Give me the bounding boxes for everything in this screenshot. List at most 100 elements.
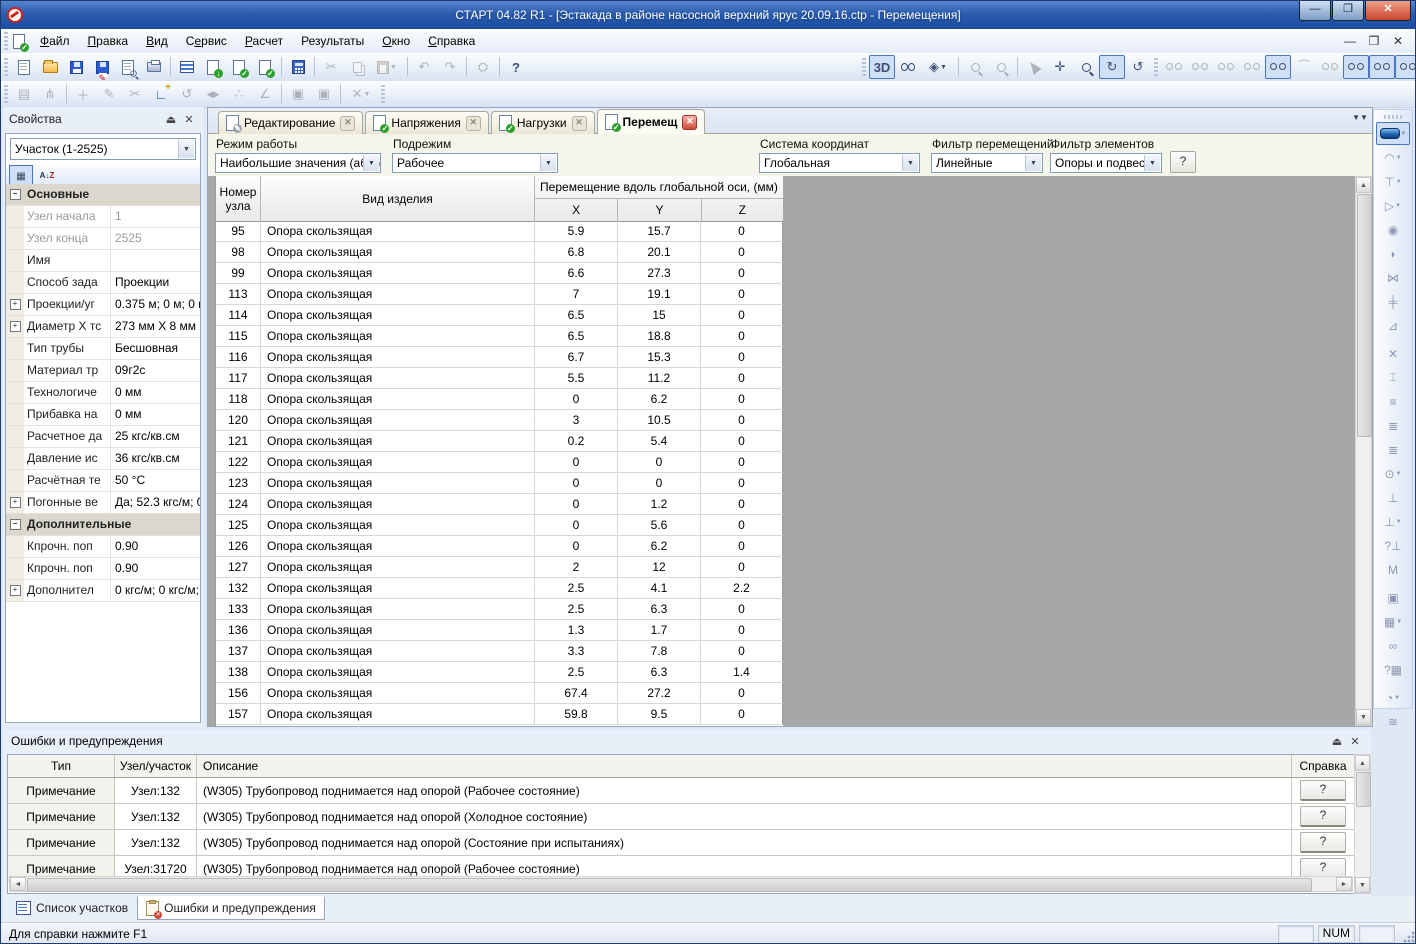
property-value[interactable]: 0.90 bbox=[111, 536, 200, 557]
property-row[interactable]: +Погонные веДа; 52.3 кгс/м; 0 bbox=[6, 492, 200, 514]
table-row[interactable]: 120Опора скользящая310.50 bbox=[216, 410, 783, 431]
filter-combobox[interactable]: Наибольшие значения (абс.)▼ bbox=[215, 153, 381, 173]
custom-coupling-icon[interactable]: ?▦ bbox=[1376, 658, 1410, 681]
scroll-down-icon[interactable]: ▼ bbox=[1356, 709, 1371, 725]
gauge-tool-icon[interactable]: ◔▼ bbox=[1376, 686, 1410, 709]
menu-item-5[interactable]: Расчет bbox=[236, 31, 292, 51]
menubar-grip[interactable] bbox=[4, 32, 8, 50]
property-value[interactable]: 2525 bbox=[111, 228, 200, 249]
table-row[interactable]: 137Опора скользящая3.37.80 bbox=[216, 641, 783, 662]
property-value[interactable]: 273 мм X 8 мм bbox=[111, 316, 200, 337]
display-nodes-icon[interactable] bbox=[1239, 55, 1265, 79]
tab-редактирование[interactable]: ✎Редактирование✕ bbox=[218, 111, 363, 134]
errors-vertical-scrollbar[interactable]: ▲ ▼ bbox=[1354, 754, 1371, 894]
property-row[interactable]: Материал тр09г2с bbox=[6, 360, 200, 382]
table-row[interactable]: 136Опора скользящая1.31.70 bbox=[216, 620, 783, 641]
zoom-in-icon[interactable] bbox=[1073, 55, 1099, 79]
table-row[interactable]: 124Опора скользящая01.20 bbox=[216, 494, 783, 515]
tab-напряжения[interactable]: ✓Напряжения✕ bbox=[365, 111, 488, 134]
error-row[interactable]: ПримечаниеУзел:132(W305) Трубопровод под… bbox=[8, 830, 1354, 856]
guide-support-icon[interactable]: ≣ bbox=[1376, 414, 1410, 437]
display-mode-2-icon[interactable] bbox=[1187, 55, 1213, 79]
error-row[interactable]: ПримечаниеУзел:132(W305) Трубопровод под… bbox=[8, 804, 1354, 830]
bend-tool-icon[interactable]: ◠▼ bbox=[1376, 146, 1410, 169]
free-rotate-icon[interactable]: ↺ bbox=[1125, 55, 1151, 79]
maximize-button[interactable]: ❐ bbox=[1332, 1, 1364, 21]
column-header-node[interactable]: Номер узла bbox=[216, 176, 261, 221]
expand-icon[interactable]: + bbox=[10, 299, 21, 310]
table-row[interactable]: 125Опора скользящая05.60 bbox=[216, 515, 783, 536]
copy-fragment-icon[interactable]: ▣ bbox=[285, 82, 311, 106]
object-selector-combobox[interactable]: Участок (1-2525) ▼ bbox=[10, 138, 196, 160]
table-row[interactable]: 95Опора скользящая5.915.70 bbox=[216, 221, 783, 242]
property-row[interactable]: +Дополнител0 кгс/м; 0 кгс/м; bbox=[6, 580, 200, 602]
property-value[interactable]: 36 кгс/кв.см bbox=[111, 448, 200, 469]
mdi-minimize-button[interactable]: — bbox=[1343, 34, 1357, 48]
toolbar-grip[interactable] bbox=[1384, 115, 1402, 119]
cut-icon[interactable]: ✂ bbox=[318, 55, 344, 79]
table-row[interactable]: 99Опора скользящая6.627.30 bbox=[216, 263, 783, 284]
hatch-tool-icon[interactable]: ≋ bbox=[1376, 710, 1410, 733]
save-as-icon[interactable] bbox=[89, 55, 115, 79]
bellows-tool-icon[interactable]: ▦▼ bbox=[1376, 610, 1410, 633]
bottom-tab-sections[interactable]: Список участков bbox=[7, 896, 137, 920]
axis-header-x[interactable]: X bbox=[535, 199, 618, 221]
insert-bend-icon[interactable]: ∟+ bbox=[148, 82, 174, 106]
base-support-icon[interactable]: ⊥▼ bbox=[1376, 510, 1410, 533]
resize-grip[interactable] bbox=[1403, 931, 1415, 943]
scroll-down-icon[interactable]: ▼ bbox=[1355, 877, 1370, 893]
table-row[interactable]: 121Опора скользящая0.25.40 bbox=[216, 431, 783, 452]
axis-header-y[interactable]: Y bbox=[618, 199, 701, 221]
table-row[interactable]: 115Опора скользящая6.518.80 bbox=[216, 326, 783, 347]
chevron-down-icon[interactable]: ▼ bbox=[363, 155, 379, 171]
edit-node-icon[interactable]: ✎ bbox=[96, 82, 122, 106]
error-row[interactable]: ПримечаниеУзел:132(W305) Трубопровод под… bbox=[8, 778, 1354, 804]
property-row[interactable]: Тип трубыБесшовная bbox=[6, 338, 200, 360]
undo-icon[interactable]: ↶ bbox=[411, 55, 437, 79]
property-row[interactable]: +Проекции/уг0.375 м; 0 м; 0 м bbox=[6, 294, 200, 316]
units-table-icon[interactable] bbox=[174, 55, 200, 79]
cap-tool-icon[interactable]: ◗ bbox=[1376, 242, 1410, 265]
display-numbers-icon[interactable] bbox=[1317, 55, 1343, 79]
zoom-region-icon[interactable] bbox=[962, 55, 988, 79]
mirror-icon[interactable]: ◂▸ bbox=[200, 82, 226, 106]
measure-icon[interactable]: ⛭ bbox=[470, 55, 496, 79]
filter-combobox[interactable]: Глобальная▼ bbox=[759, 153, 920, 173]
expand-icon[interactable]: + bbox=[10, 585, 21, 596]
property-row[interactable]: Давление ис36 кгс/кв.см bbox=[6, 448, 200, 470]
property-row[interactable]: Имя bbox=[6, 250, 200, 272]
property-row[interactable]: Прибавка на0 мм bbox=[6, 404, 200, 426]
toolbar-grip[interactable] bbox=[4, 58, 8, 76]
open-file-icon[interactable] bbox=[37, 55, 63, 79]
scrollbar-thumb[interactable] bbox=[1357, 194, 1372, 437]
scroll-up-icon[interactable]: ▲ bbox=[1356, 177, 1371, 193]
error-help-button[interactable]: ? bbox=[1300, 806, 1346, 827]
filter-combobox[interactable]: Рабочее▼ bbox=[392, 153, 558, 173]
custom-support-icon[interactable]: ?⊥ bbox=[1376, 534, 1410, 557]
mdi-restore-button[interactable]: ❐ bbox=[1367, 34, 1381, 48]
property-value[interactable]: 0 мм bbox=[111, 382, 200, 403]
print-icon[interactable] bbox=[141, 55, 167, 79]
view-3d-icon[interactable]: 3D bbox=[869, 55, 895, 79]
new-document-icon[interactable] bbox=[11, 55, 37, 79]
table-row[interactable]: 116Опора скользящая6.715.30 bbox=[216, 347, 783, 368]
expand-icon[interactable]: + bbox=[10, 497, 21, 508]
find-icon[interactable] bbox=[895, 55, 921, 79]
property-value[interactable]: 0.375 м; 0 м; 0 м bbox=[111, 294, 200, 315]
delete-icon[interactable]: ✕▼ bbox=[344, 82, 378, 106]
scroll-right-icon[interactable]: ► bbox=[1336, 877, 1352, 891]
table-row[interactable]: 122Опора скользящая000 bbox=[216, 452, 783, 473]
calculator-icon[interactable] bbox=[285, 55, 311, 79]
minimize-button[interactable]: — bbox=[1299, 1, 1331, 21]
property-category[interactable]: −Дополнительные bbox=[6, 514, 200, 536]
coupling-tool-icon[interactable]: ▣ bbox=[1376, 586, 1410, 609]
table-row[interactable]: 132Опора скользящая2.54.12.2 bbox=[216, 578, 783, 599]
table-row[interactable]: 157Опора скользящая59.89.50 bbox=[216, 704, 783, 725]
chevron-down-icon[interactable]: ▼ bbox=[178, 140, 194, 158]
split-section-icon[interactable]: ✂ bbox=[122, 82, 148, 106]
filter-help-button[interactable]: ? bbox=[1170, 151, 1196, 173]
property-value[interactable]: Бесшовная bbox=[111, 338, 200, 359]
property-value[interactable]: 09г2с bbox=[111, 360, 200, 381]
errors-column-header[interactable]: Описание bbox=[197, 755, 1292, 777]
property-category[interactable]: −Основные bbox=[6, 184, 200, 206]
